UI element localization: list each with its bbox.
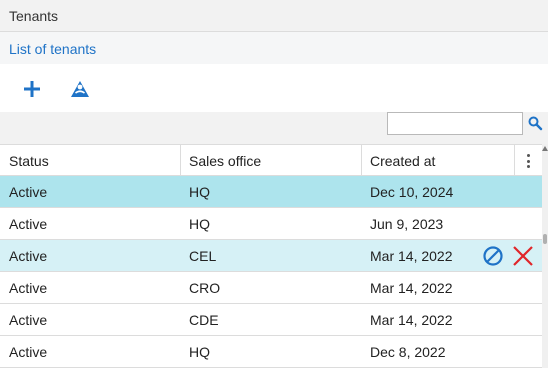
cell-status: Active: [9, 248, 48, 264]
row-actions: [480, 243, 536, 269]
import-button[interactable]: [67, 76, 93, 102]
cell-sales-office: HQ: [189, 216, 210, 232]
import-icon: [71, 81, 89, 97]
title-bar: Tenants: [0, 0, 548, 32]
page-title: Tenants: [9, 8, 59, 24]
cell-status: Active: [9, 280, 48, 296]
cell-sales-office: CRO: [189, 280, 221, 296]
cell-status: Active: [9, 184, 48, 200]
column-menu-icon[interactable]: [521, 153, 535, 169]
delete-button[interactable]: [510, 243, 536, 269]
table-row[interactable]: Active HQ Dec 8, 2022: [0, 336, 542, 368]
cell-status: Active: [9, 344, 48, 360]
table-row[interactable]: Active HQ Jun 9, 2023: [0, 208, 542, 240]
block-icon: [483, 246, 503, 266]
cell-created-at: Dec 10, 2024: [370, 184, 454, 200]
cell-created-at: Jun 9, 2023: [370, 216, 444, 232]
close-icon: [513, 246, 533, 266]
table-row[interactable]: Active CEL Mar 14, 2022: [0, 240, 542, 272]
table-row[interactable]: Active CDE Mar 14, 2022: [0, 304, 542, 336]
column-header-created-at[interactable]: Created at: [370, 145, 435, 177]
breadcrumb: List of tenants: [0, 32, 548, 64]
cell-status: Active: [9, 312, 48, 328]
plus-icon: [24, 81, 40, 97]
vertical-scrollbar[interactable]: [542, 144, 548, 368]
toolbar: [0, 64, 548, 112]
table-header-row: Status Sales office Created at: [0, 144, 542, 177]
cell-created-at: Mar 14, 2022: [370, 280, 453, 296]
scroll-up-arrow-icon[interactable]: [542, 146, 548, 151]
search-icon[interactable]: [527, 115, 543, 131]
cell-sales-office: HQ: [189, 344, 210, 360]
search-bar: [0, 112, 548, 144]
cell-created-at: Mar 14, 2022: [370, 312, 453, 328]
scrollbar-thumb[interactable]: [543, 234, 547, 244]
column-header-status[interactable]: Status: [9, 145, 49, 177]
tenants-table: Status Sales office Created at Active HQ…: [0, 144, 542, 368]
search-input[interactable]: [387, 112, 523, 135]
cell-created-at: Mar 14, 2022: [370, 248, 453, 264]
cell-sales-office: HQ: [189, 184, 210, 200]
column-header-sales-office[interactable]: Sales office: [189, 145, 261, 177]
cell-created-at: Dec 8, 2022: [370, 344, 446, 360]
table-row[interactable]: Active CRO Mar 14, 2022: [0, 272, 542, 304]
disable-button[interactable]: [480, 243, 506, 269]
cell-sales-office: CEL: [189, 248, 217, 264]
cell-status: Active: [9, 216, 48, 232]
list-of-tenants-link[interactable]: List of tenants: [9, 41, 96, 57]
cell-sales-office: CDE: [189, 312, 219, 328]
table-row[interactable]: Active HQ Dec 10, 2024: [0, 176, 542, 208]
add-tenant-button[interactable]: [19, 76, 45, 102]
